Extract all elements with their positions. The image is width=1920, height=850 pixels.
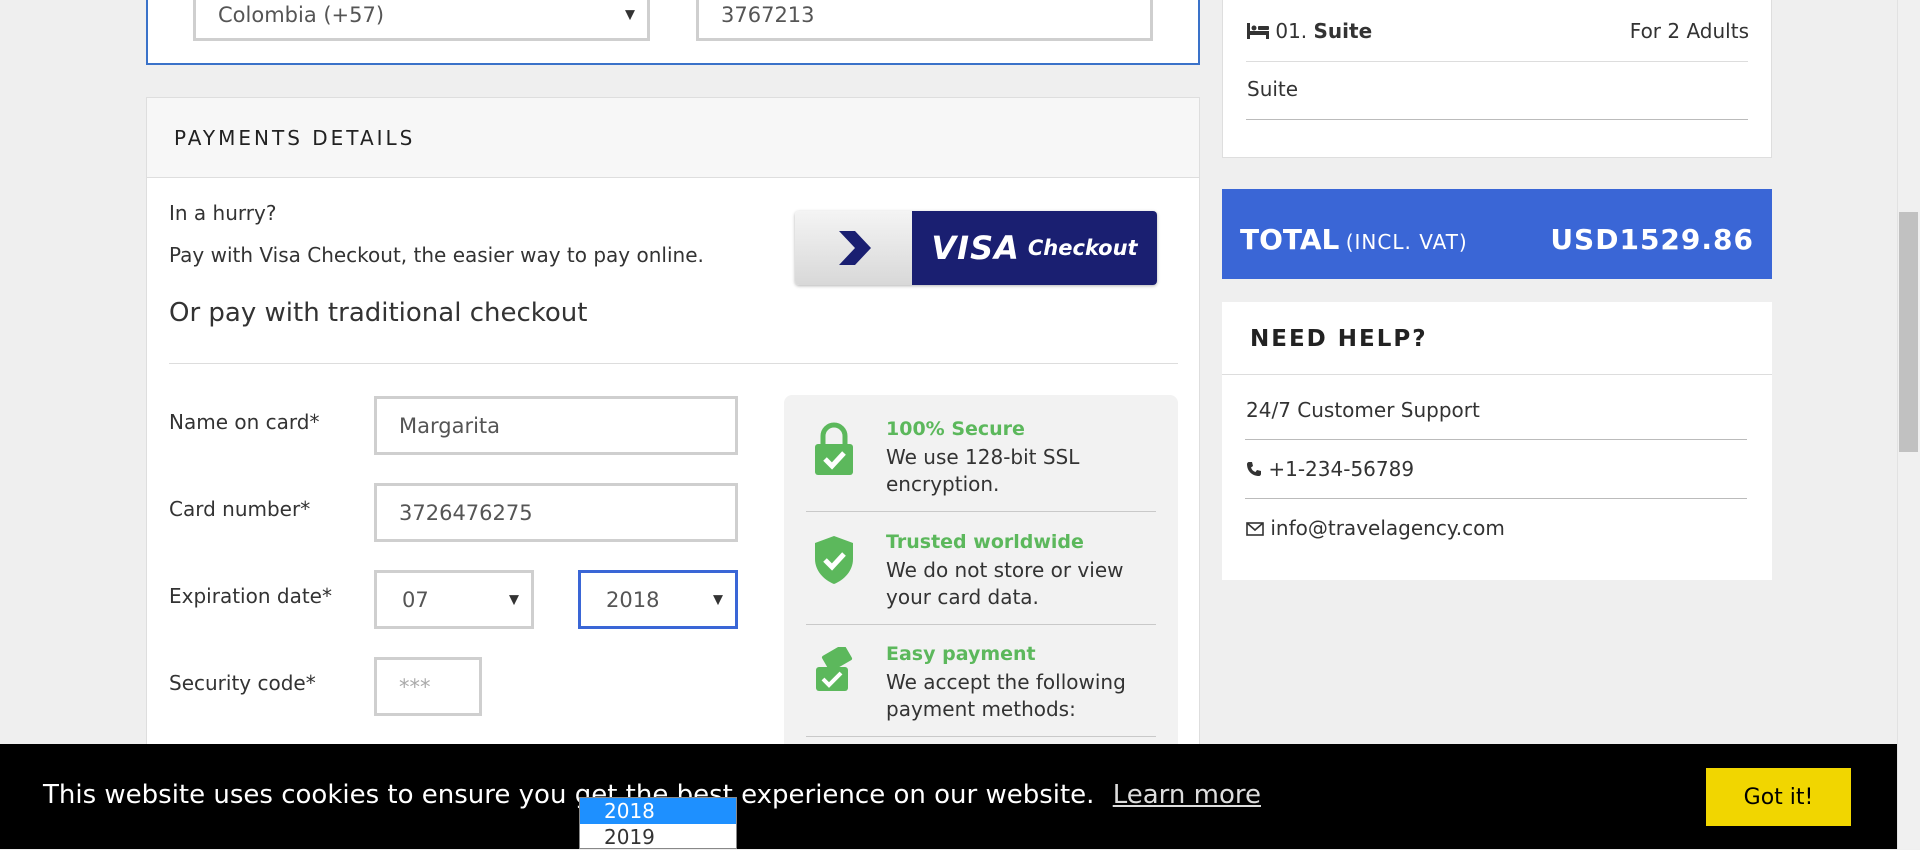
- chevron-down-icon: ▼: [713, 592, 723, 607]
- support-text: 24/7 Customer Support: [1246, 398, 1480, 422]
- security-code-input[interactable]: ***: [374, 657, 482, 716]
- visa-arrow-icon: [795, 211, 912, 285]
- got-it-button[interactable]: Got it!: [1706, 768, 1851, 826]
- need-help-title: NEED HELP?: [1250, 326, 1428, 352]
- hurry-text: In a hurry?: [169, 201, 277, 225]
- secure-item: 100% Secure We use 128-bit SSL encryptio…: [806, 418, 1156, 508]
- trusted-text: We do not store or view your card data.: [886, 558, 1124, 609]
- name-on-card-value: Margarita: [399, 413, 501, 438]
- phone-icon: [1246, 457, 1268, 481]
- visa-promo-text: Pay with Visa Checkout, the easier way t…: [169, 243, 704, 267]
- help-phone: +1-234-56789: [1268, 457, 1415, 481]
- payment-details-panel: PAYMENTS DETAILS In a hurry? Pay with Vi…: [146, 97, 1200, 775]
- year-dropdown-list: 2018 2019: [579, 797, 737, 849]
- total-bar: TOTAL (INCL. VAT) USD1529.86: [1222, 189, 1772, 279]
- secure-divider: [806, 511, 1156, 512]
- secure-title: 100% Secure: [886, 418, 1025, 440]
- scrollbar-thumb[interactable]: [1899, 212, 1918, 452]
- need-help-card: NEED HELP? 24/7 Customer Support +1-234-…: [1222, 302, 1772, 580]
- cards-check-icon: [814, 644, 858, 697]
- year-option[interactable]: 2019: [580, 824, 736, 850]
- country-code-value: Colombia (+57): [218, 3, 385, 27]
- expiration-date-label: Expiration date*: [169, 584, 332, 608]
- learn-more-link[interactable]: Learn more: [1113, 780, 1261, 810]
- chevron-down-icon: ▼: [625, 7, 635, 23]
- easy-payment-text: We accept the following payment methods:: [886, 670, 1126, 721]
- expiry-year-value: 2018: [606, 587, 660, 612]
- easy-payment-item: Easy payment We accept the following pay…: [806, 643, 1156, 733]
- year-option[interactable]: 2018: [580, 798, 736, 824]
- room-number: 01.: [1275, 19, 1308, 43]
- expiry-month-select[interactable]: 07 ▼: [374, 570, 534, 629]
- lock-check-icon: [814, 422, 854, 480]
- visa-checkout-button[interactable]: VISA Checkout: [795, 211, 1157, 285]
- room-line: 01. Suite: [1247, 19, 1372, 43]
- card-number-value: 3726476275: [399, 500, 533, 525]
- total-label: TOTAL: [1240, 223, 1340, 256]
- email-line[interactable]: info@travelagency.com: [1246, 516, 1505, 540]
- visa-logo-text: VISA: [931, 229, 1020, 267]
- trusted-title: Trusted worldwide: [886, 531, 1084, 553]
- card-number-label: Card number*: [169, 497, 311, 521]
- room-occupancy: For 2 Adults: [1629, 19, 1749, 43]
- payment-title: PAYMENTS DETAILS: [174, 126, 416, 150]
- easy-payment-divider: [806, 736, 1156, 737]
- shield-check-icon: [814, 535, 854, 589]
- expiry-month-value: 07: [402, 587, 429, 612]
- security-code-label: Security code*: [169, 671, 316, 695]
- room-divider-bottom: [1246, 119, 1748, 120]
- total-label-group: TOTAL (INCL. VAT): [1240, 223, 1468, 256]
- help-divider: [1245, 498, 1747, 499]
- expiry-year-select[interactable]: 2018 ▼: [578, 570, 738, 629]
- payment-header: PAYMENTS DETAILS: [147, 98, 1199, 178]
- visa-checkout-text: Checkout: [1027, 236, 1138, 260]
- bed-icon: [1247, 19, 1275, 43]
- help-header-divider: [1222, 374, 1772, 375]
- cookie-banner: This website uses cookies to ensure you …: [0, 744, 1897, 849]
- traditional-checkout-heading: Or pay with traditional checkout: [169, 298, 588, 328]
- trusted-divider: [806, 624, 1156, 625]
- help-email: info@travelagency.com: [1270, 516, 1505, 540]
- country-code-select[interactable]: Colombia (+57) ▼: [193, 0, 650, 41]
- room-divider: [1246, 61, 1748, 62]
- section-divider: [169, 363, 1178, 364]
- phone-line[interactable]: +1-234-56789: [1246, 457, 1414, 481]
- total-amount: USD1529.86: [1550, 223, 1754, 256]
- easy-payment-title: Easy payment: [886, 643, 1036, 665]
- card-number-input[interactable]: 3726476275: [374, 483, 738, 542]
- room-name: Suite: [1313, 19, 1373, 43]
- name-on-card-input[interactable]: Margarita: [374, 396, 738, 455]
- security-info-box: 100% Secure We use 128-bit SSL encryptio…: [784, 395, 1178, 775]
- room-type: Suite: [1247, 77, 1299, 101]
- cookie-message: This website uses cookies to ensure you …: [43, 780, 1095, 810]
- security-code-placeholder: ***: [399, 674, 431, 699]
- envelope-icon: [1246, 516, 1270, 540]
- secure-text: We use 128-bit SSL encryption.: [886, 445, 1080, 496]
- chevron-down-icon: ▼: [509, 592, 519, 607]
- contact-card: Colombia (+57) ▼ 3767213: [146, 0, 1200, 65]
- phone-value: 3767213: [721, 3, 815, 27]
- total-vat-note: (INCL. VAT): [1345, 230, 1468, 254]
- room-summary-card: 01. Suite For 2 Adults Suite: [1222, 0, 1772, 158]
- help-divider: [1245, 439, 1747, 440]
- name-on-card-label: Name on card*: [169, 410, 320, 434]
- trusted-item: Trusted worldwide We do not store or vie…: [806, 531, 1156, 621]
- phone-input[interactable]: 3767213: [696, 0, 1153, 41]
